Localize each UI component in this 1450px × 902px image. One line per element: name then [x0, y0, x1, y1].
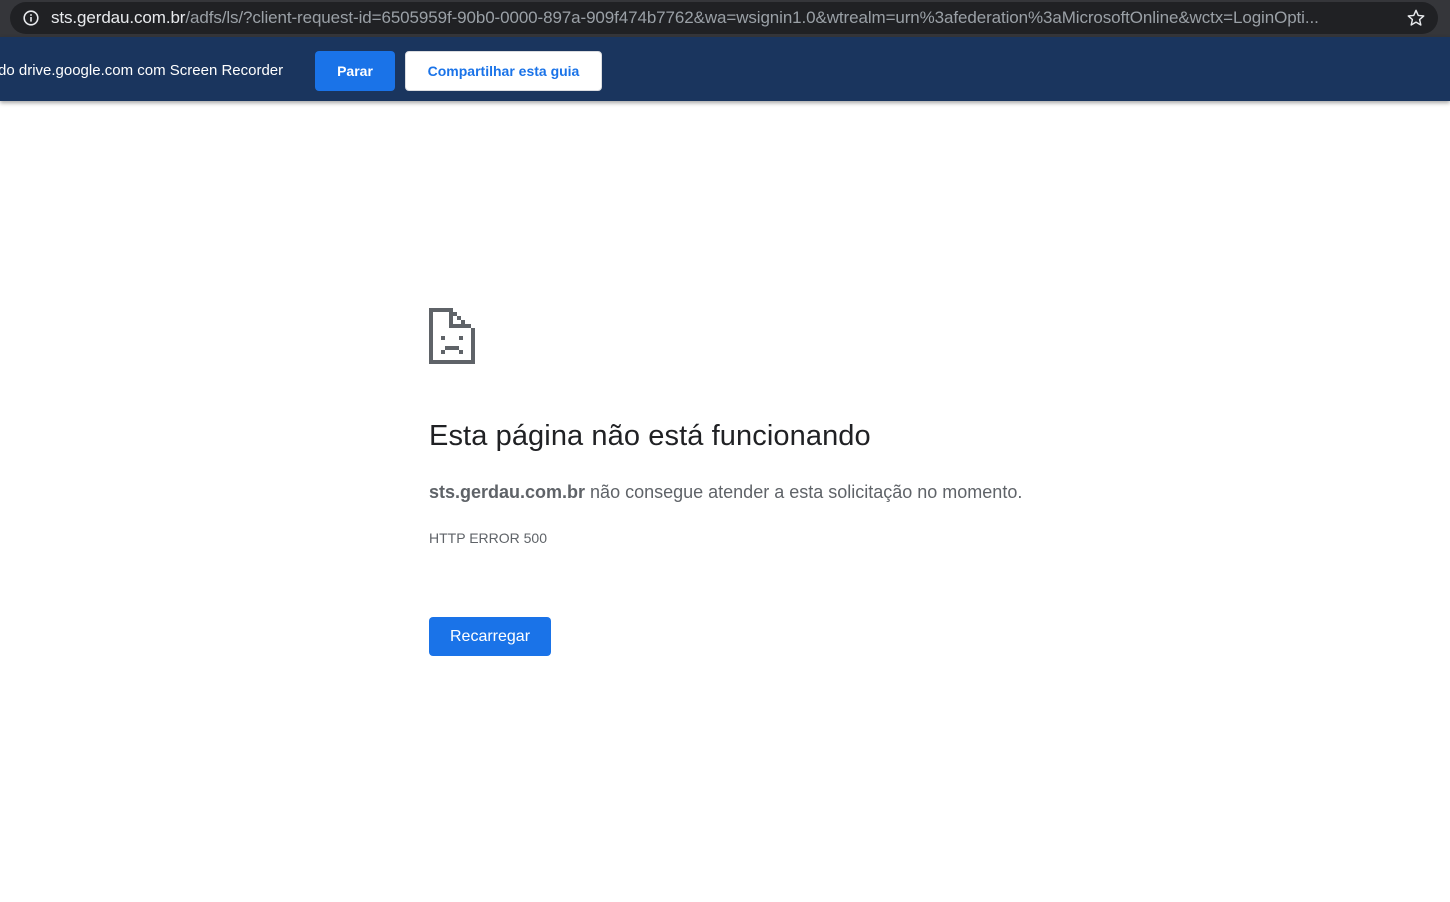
reload-button[interactable]: Recarregar: [429, 617, 551, 656]
screen-recorder-banner: do drive.google.com com Screen Recorder …: [0, 37, 1450, 101]
error-message: não consegue atender a esta solicitação …: [585, 482, 1023, 502]
star-icon[interactable]: [1406, 8, 1426, 28]
address-bar[interactable]: sts.gerdau.com.br/adfs/ls/?client-reques…: [10, 2, 1438, 34]
stop-button[interactable]: Parar: [315, 51, 395, 91]
share-tab-button[interactable]: Compartilhar esta guia: [405, 51, 602, 91]
error-host: sts.gerdau.com.br: [429, 482, 586, 502]
error-title: Esta página não está funcionando: [429, 420, 871, 452]
url-text[interactable]: sts.gerdau.com.br/adfs/ls/?client-reques…: [51, 2, 1391, 34]
banner-text: do drive.google.com com Screen Recorder: [0, 62, 284, 79]
sad-page-icon: [429, 308, 475, 364]
error-description: sts.gerdau.com.br não consegue atender a…: [429, 482, 1022, 503]
browser-toolbar: sts.gerdau.com.br/adfs/ls/?client-reques…: [0, 0, 1450, 37]
url-path: /adfs/ls/?client-request-id=6505959f-90b…: [185, 8, 1319, 27]
url-host: sts.gerdau.com.br: [51, 8, 186, 27]
error-code: HTTP ERROR 500: [429, 530, 547, 546]
info-icon[interactable]: [23, 10, 39, 26]
